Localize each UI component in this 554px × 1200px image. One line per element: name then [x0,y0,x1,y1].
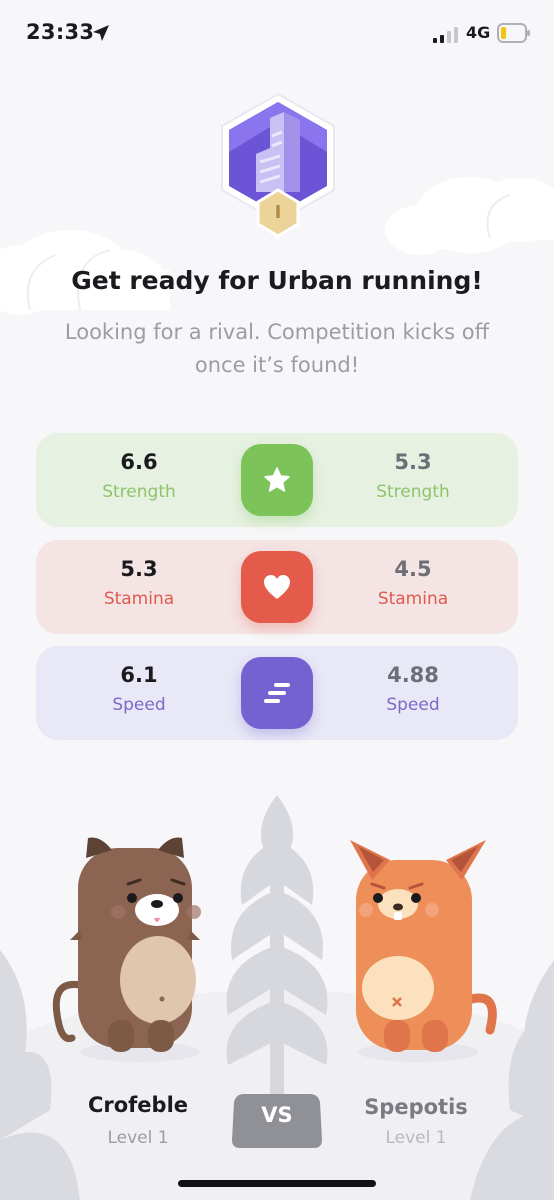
rival-speed-value: 4.88 [387,663,439,687]
stamina-label: Stamina [103,589,175,609]
rival-level: Level 1 [385,1128,447,1148]
home-indicator[interactable] [178,1180,376,1187]
stat-row-strength: 6.6 Strength 5.3 Strength [36,433,518,527]
player-level: Level 1 [107,1128,169,1148]
stamina-icon-tile [241,551,313,623]
player-speed-value: 6.1 [120,663,158,687]
player-strength-value: 6.6 [120,450,158,474]
stat-row-stamina: 5.3 Stamina 4.5 Stamina [36,540,518,634]
player-stat: 6.1 Speed [64,660,214,720]
status-time: 23:33 [26,20,95,44]
player-stat: 6.6 Strength [64,447,214,507]
signal-bars-icon [433,27,458,43]
page-title: Get ready for Urban running! [71,266,483,295]
network-type: 4G [466,23,491,42]
rival-stat: 4.5 Stamina [338,554,488,614]
strength-label-rival: Strength [376,482,450,502]
battery-icon [497,23,530,43]
player-stamina-value: 5.3 [120,557,158,581]
star-icon [264,467,290,492]
player-stat: 5.3 Stamina [64,554,214,614]
heart-icon [264,575,290,599]
location-arrow-icon [93,25,109,41]
status-bar: 23:33 4G [0,0,554,70]
rival-stamina-value: 4.5 [394,557,432,581]
stat-row-speed: 6.1 Speed 4.88 Speed [36,646,518,740]
rival-strength-value: 5.3 [394,450,432,474]
speed-lines-icon [264,683,290,703]
badge-level-numeral: I [274,202,282,223]
rival-name: Spepotis [364,1095,468,1119]
page-subtitle: Looking for a rival. Competition kicks o… [64,320,490,377]
strength-icon-tile [241,444,313,516]
speed-icon-tile [241,657,313,729]
speed-label: Speed [112,695,166,715]
vs-label: VS [261,1103,293,1127]
speed-label-rival: Speed [386,695,440,715]
stamina-label-rival: Stamina [377,589,449,609]
player-name: Crofeble [87,1093,189,1117]
rival-stat: 4.88 Speed [338,660,488,720]
rival-stat: 5.3 Strength [338,447,488,507]
strength-label: Strength [102,482,176,502]
